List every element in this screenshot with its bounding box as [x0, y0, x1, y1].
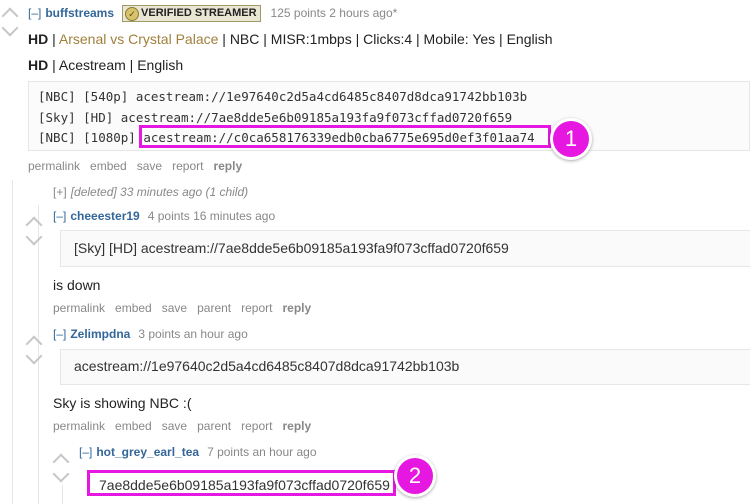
author-link[interactable]: hot_grey_earl_tea	[96, 445, 199, 459]
reply-button[interactable]: reply	[213, 159, 242, 173]
comment-meta: 7 points an hour ago	[207, 445, 317, 459]
quote-block: acestream://1e97640c2d5a4cd6485c8407d8dc…	[60, 349, 750, 385]
parent-button[interactable]: parent	[197, 419, 231, 433]
comment-tagline: [–] buffstreams ✓ VERIFIED STREAMER 125 poin…	[28, 5, 397, 22]
badge-label: VERIFIED STREAMER	[141, 7, 257, 19]
comment-meta: 4 points 16 minutes ago	[147, 209, 276, 223]
comment-actions: permalink embed save parent report reply	[53, 419, 321, 433]
quality-label: HD	[28, 57, 49, 73]
comment-body-line-1: HD | Arsenal vs Crystal Palace | NBC | M…	[28, 31, 553, 47]
embed-button[interactable]: embed	[115, 419, 152, 433]
deleted-meta: [deleted] 33 minutes ago (1 child)	[70, 185, 249, 199]
report-button[interactable]: report	[241, 301, 272, 315]
downvote-arrow-icon[interactable]	[1, 19, 19, 37]
comment-meta: 3 points an hour ago	[138, 327, 248, 341]
expand-toggle[interactable]: [+]	[53, 185, 67, 199]
embed-button[interactable]: embed	[115, 301, 152, 315]
comment-body: is down	[53, 277, 101, 293]
save-button[interactable]: save	[162, 301, 187, 315]
quote-block: [Sky] [HD] acestream://7ae8dde5e6b09185a…	[60, 230, 750, 267]
collapse-toggle[interactable]: [–]	[53, 209, 66, 223]
reply-button[interactable]: reply	[282, 419, 311, 433]
save-button[interactable]: save	[137, 159, 162, 173]
downvote-arrow-icon[interactable]	[52, 465, 70, 483]
quote-text: [Sky] [HD] acestream://7ae8dde5e6b09185a…	[74, 240, 509, 256]
permalink-button[interactable]: permalink	[53, 419, 105, 433]
code-prefix: [NBC] [1080p]	[38, 130, 136, 145]
author-link[interactable]: cheeester19	[70, 209, 139, 223]
highlight-box-2	[87, 470, 396, 496]
parent-button[interactable]: parent	[197, 301, 231, 315]
comment-body: Sky is showing NBC :(	[53, 395, 192, 411]
highlight-box-1	[139, 125, 551, 148]
quality-label: HD	[28, 31, 49, 47]
comment-tagline: [–] cheeester19 4 points 16 minutes ago	[53, 209, 275, 223]
collapse-toggle[interactable]: [–]	[53, 327, 66, 341]
comment-tagline: [–] hot_grey_earl_tea 7 points an hour ago	[79, 445, 317, 459]
thread-guide-line	[62, 485, 63, 504]
thread-guide-line	[12, 180, 13, 504]
verified-badge-icon: ✓	[125, 7, 140, 21]
collapse-toggle[interactable]: [–]	[79, 445, 92, 459]
annotation-marker-1: 1	[550, 118, 592, 160]
permalink-button[interactable]: permalink	[53, 301, 105, 315]
permalink-button[interactable]: permalink	[28, 159, 80, 173]
downvote-arrow-icon[interactable]	[25, 347, 43, 365]
author-link[interactable]: buffstreams	[45, 6, 114, 20]
code-line-nbc-540p[interactable]: [NBC] [540p] acestream://1e97640c2d5a4cd…	[38, 86, 527, 107]
comment-tagline: [–] Zelimpdna 3 points an hour ago	[53, 327, 248, 341]
author-link[interactable]: Zelimpdna	[70, 327, 130, 341]
stream-details: | NBC | MISR:1mbps | Clicks:4 | Mobile: …	[218, 31, 553, 47]
deleted-comment: [+] [deleted] 33 minutes ago (1 child)	[53, 185, 248, 199]
reply-button[interactable]: reply	[282, 301, 311, 315]
separator: |	[48, 31, 59, 47]
verified-streamer-badge: ✓ VERIFIED STREAMER	[122, 5, 261, 22]
quote-text: acestream://1e97640c2d5a4cd6485c8407d8dc…	[74, 358, 460, 374]
comment-actions: permalink embed save report reply	[28, 159, 252, 173]
annotation-marker-2: 2	[394, 455, 436, 497]
downvote-arrow-icon[interactable]	[25, 228, 43, 246]
comment-body-line-2: HD | Acestream | English	[28, 57, 183, 73]
comment-meta: 125 points 2 hours ago*	[270, 6, 398, 20]
save-button[interactable]: save	[162, 419, 187, 433]
comment-actions: permalink embed save parent report reply	[53, 301, 321, 315]
stream-details: | Acestream | English	[48, 57, 184, 73]
match-link[interactable]: Arsenal vs Crystal Palace	[59, 31, 219, 47]
collapse-toggle[interactable]: [–]	[28, 6, 41, 20]
report-button[interactable]: report	[172, 159, 203, 173]
embed-button[interactable]: embed	[90, 159, 127, 173]
report-button[interactable]: report	[241, 419, 272, 433]
